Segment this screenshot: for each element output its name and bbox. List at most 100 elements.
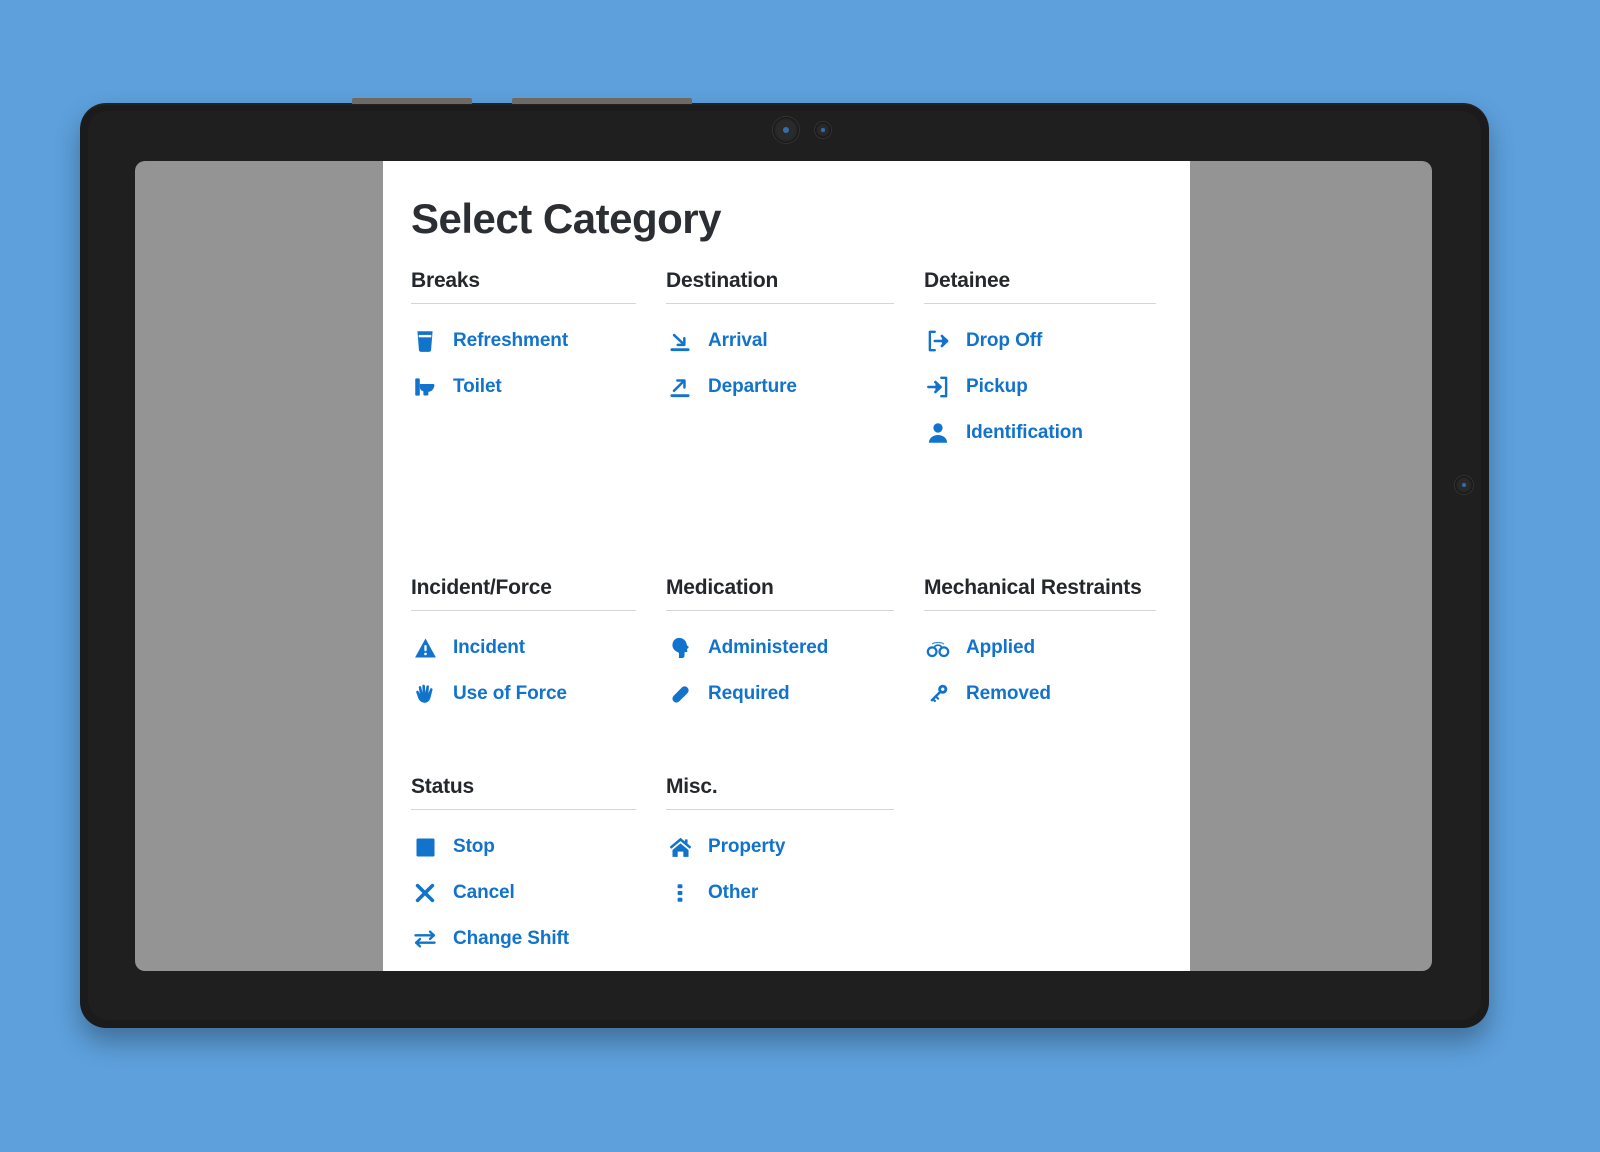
tablet-device: Select Category Breaks Refreshment Toile… (80, 98, 1489, 1028)
category-item-label: Drop Off (966, 330, 1043, 351)
category-item-label: Stop (453, 836, 495, 857)
category-item-label: Refreshment (453, 330, 569, 351)
category-item-refreshment[interactable]: Refreshment (411, 318, 666, 364)
cross-x-icon (411, 879, 439, 907)
exchange-arrows-icon (411, 925, 439, 953)
category-item-label: Required (708, 683, 790, 704)
category-group-incident-force: Incident/Force Incident Use of Force (411, 576, 666, 717)
key-icon (924, 680, 952, 708)
side-sensor-icon (1455, 476, 1473, 494)
category-item-arrival[interactable]: Arrival (666, 318, 924, 364)
category-item-label: Toilet (453, 376, 502, 397)
pill-capsule-icon (666, 680, 694, 708)
power-button[interactable] (512, 98, 692, 104)
item-list-mechanical-restraints: Applied Removed (924, 625, 1164, 717)
home-icon (666, 833, 694, 861)
item-list-destination: Arrival Departure (666, 318, 924, 410)
category-item-label: Property (708, 836, 786, 857)
category-item-label: Change Shift (453, 928, 569, 949)
vertical-dots-icon (666, 879, 694, 907)
group-header-breaks: Breaks (411, 269, 480, 292)
group-header-misc: Misc. (666, 775, 718, 798)
row-spacer (411, 717, 1162, 775)
volume-button[interactable] (352, 98, 472, 104)
category-item-label: Pickup (966, 376, 1028, 397)
front-camera-icon (773, 117, 799, 143)
category-group-status: Status Stop Cancel Change Shift (411, 775, 666, 962)
category-item-label: Departure (708, 376, 797, 397)
category-group-destination: Destination Arrival Departure (666, 269, 924, 410)
group-divider (924, 610, 1156, 611)
arrival-arrow-icon (666, 327, 694, 355)
select-category-panel: Select Category Breaks Refreshment Toile… (383, 161, 1190, 971)
category-item-label: Other (708, 882, 759, 903)
category-item-label: Administered (708, 637, 829, 658)
group-divider (924, 303, 1156, 304)
category-item-label: Removed (966, 683, 1051, 704)
cup-icon (411, 327, 439, 355)
item-list-medication: Administered Required (666, 625, 924, 717)
category-group-medication: Medication Administered Required (666, 576, 924, 717)
group-header-status: Status (411, 775, 474, 798)
stop-square-icon (411, 833, 439, 861)
category-item-identification[interactable]: Identification (924, 410, 1164, 456)
category-item-label: Applied (966, 637, 1035, 658)
category-item-pickup[interactable]: Pickup (924, 364, 1164, 410)
tablet-screen: Select Category Breaks Refreshment Toile… (135, 161, 1432, 971)
group-divider (666, 610, 894, 611)
person-icon (924, 419, 952, 447)
category-item-incident[interactable]: Incident (411, 625, 666, 671)
item-list-status: Stop Cancel Change Shift (411, 824, 666, 962)
category-row-2: Incident/Force Incident Use of Force Med… (411, 576, 1162, 717)
handcuffs-icon (924, 634, 952, 662)
page-title: Select Category (411, 195, 721, 242)
category-item-use-of-force[interactable]: Use of Force (411, 671, 666, 717)
head-profile-icon (666, 634, 694, 662)
category-group-misc: Misc. Property Other (666, 775, 924, 916)
item-list-breaks: Refreshment Toilet (411, 318, 666, 410)
category-group-mechanical-restraints: Mechanical Restraints Applied Removed (924, 576, 1164, 717)
category-item-drop-off[interactable]: Drop Off (924, 318, 1164, 364)
row-spacer (411, 456, 1162, 576)
category-group-detainee: Detainee Drop Off Pickup Identification (924, 269, 1164, 456)
category-item-toilet[interactable]: Toilet (411, 364, 666, 410)
category-item-administered[interactable]: Administered (666, 625, 924, 671)
category-item-label: Use of Force (453, 683, 567, 704)
group-divider (666, 303, 894, 304)
group-header-incident-force: Incident/Force (411, 576, 552, 599)
group-header-destination: Destination (666, 269, 779, 292)
category-grid: Breaks Refreshment Toilet Destination Ar… (383, 269, 1190, 962)
group-divider (666, 809, 894, 810)
category-item-label: Incident (453, 637, 526, 658)
category-item-label: Cancel (453, 882, 515, 903)
category-item-departure[interactable]: Departure (666, 364, 924, 410)
hand-icon (411, 680, 439, 708)
item-list-misc: Property Other (666, 824, 924, 916)
category-item-stop[interactable]: Stop (411, 824, 666, 870)
toilet-icon (411, 373, 439, 401)
category-item-property[interactable]: Property (666, 824, 924, 870)
category-item-removed[interactable]: Removed (924, 671, 1164, 717)
sign-out-icon (924, 327, 952, 355)
group-divider (411, 809, 636, 810)
ambient-sensor-icon (815, 122, 831, 138)
group-divider (411, 610, 636, 611)
category-item-change-shift[interactable]: Change Shift (411, 916, 666, 962)
category-row-3: Status Stop Cancel Change Shift Misc. Pr… (411, 775, 1162, 962)
warning-triangle-icon (411, 634, 439, 662)
category-group-breaks: Breaks Refreshment Toilet (411, 269, 666, 410)
category-item-label: Identification (966, 422, 1083, 443)
departure-arrow-icon (666, 373, 694, 401)
category-item-cancel[interactable]: Cancel (411, 870, 666, 916)
group-header-detainee: Detainee (924, 269, 1010, 292)
category-row-1: Breaks Refreshment Toilet Destination Ar… (411, 269, 1162, 456)
category-item-applied[interactable]: Applied (924, 625, 1164, 671)
item-list-incident-force: Incident Use of Force (411, 625, 666, 717)
category-item-required[interactable]: Required (666, 671, 924, 717)
group-divider (411, 303, 636, 304)
group-header-mechanical-restraints: Mechanical Restraints (924, 576, 1142, 599)
category-item-label: Arrival (708, 330, 768, 351)
item-list-detainee: Drop Off Pickup Identification (924, 318, 1164, 456)
category-item-other[interactable]: Other (666, 870, 924, 916)
sign-in-icon (924, 373, 952, 401)
